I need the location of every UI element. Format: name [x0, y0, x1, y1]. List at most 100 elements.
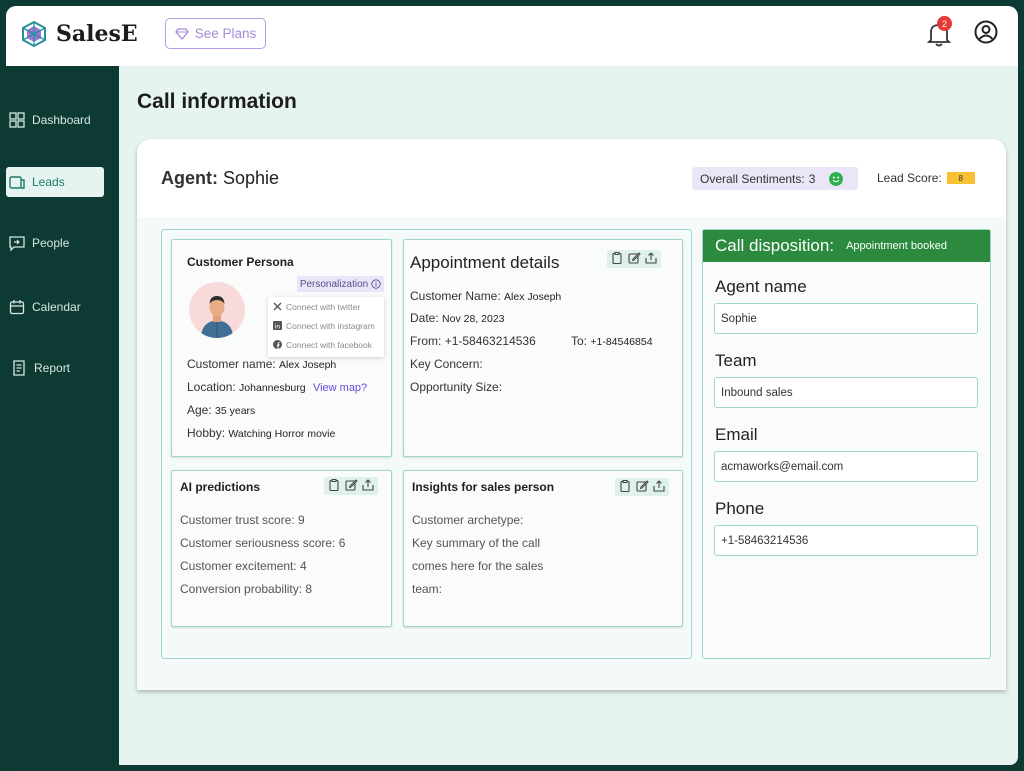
prediction-conversion-probability: Conversion probability: 8	[180, 582, 313, 596]
insights-toolbar	[615, 478, 669, 496]
calendar-icon	[9, 300, 25, 315]
linkedin-icon: in	[273, 321, 282, 330]
top-bar: SalesE See Plans 2	[6, 6, 1018, 66]
appt-to-value: +1-84546854	[590, 336, 653, 348]
customer-hobby: Hobby: Watching Horror movie	[187, 426, 335, 440]
sidebar: Dashboard Leads People Calendar Report	[0, 66, 108, 771]
insights-box: Insights for sales person Customer arche…	[403, 470, 683, 627]
connect-twitter[interactable]: Connect with twitter	[268, 297, 384, 316]
clipboard-icon[interactable]	[327, 478, 341, 492]
sidebar-item-report[interactable]: Report	[6, 353, 104, 383]
overall-sentiment-badge: Overall Sentiments: 3	[692, 167, 858, 190]
grid-icon	[9, 112, 25, 128]
phone-label: Phone	[715, 499, 765, 518]
connect-facebook[interactable]: Connect with facebook	[268, 335, 384, 354]
edit-icon[interactable]	[344, 478, 358, 492]
app-logo[interactable]: SalesE	[20, 20, 138, 48]
smiley-icon	[829, 171, 844, 186]
view-map-link[interactable]: View map?	[313, 382, 367, 394]
card-header: Agent: Sophie Overall Sentiments: 3 Lead…	[137, 139, 1006, 217]
appointment-from: From: +1-58463214536	[410, 334, 536, 348]
app-name: SalesE	[56, 21, 138, 47]
ai-predictions-title: AI predictions	[180, 480, 261, 494]
sidebar-item-leads[interactable]: Leads	[6, 167, 104, 197]
appt-to-label: To:	[571, 334, 588, 348]
sentiment-value: 3	[808, 171, 816, 186]
appointment-to: To: +1-84546854	[571, 334, 653, 348]
appointment-key-concern: Key Concern:	[410, 357, 483, 371]
diamond-icon	[174, 27, 189, 40]
leads-icon	[9, 176, 25, 189]
age-label: Age:	[187, 403, 212, 417]
connect-menu: Connect with twitter in Connect with ins…	[268, 297, 384, 357]
chat-icon	[9, 236, 25, 251]
see-plans-button[interactable]: See Plans	[165, 18, 266, 49]
appointment-opportunity-size: Opportunity Size:	[410, 380, 503, 394]
lead-score-value: 8	[946, 172, 975, 184]
connect-facebook-label: Connect with facebook	[286, 339, 372, 350]
prediction-trust-score: Customer trust score: 9	[180, 513, 305, 527]
appointment-details-box: Appointment details Customer Name: Alex …	[403, 239, 683, 457]
ai-predictions-box: AI predictions Customer trust score: 9 C…	[171, 470, 392, 627]
email-field[interactable]	[714, 451, 978, 482]
age-value: 35 years	[215, 405, 256, 417]
customer-name-value: Alex Joseph	[279, 359, 337, 371]
edit-icon[interactable]	[627, 251, 641, 265]
agent-name-label: Agent name	[715, 277, 807, 296]
clipboard-icon[interactable]	[618, 479, 632, 493]
logo-icon	[22, 20, 46, 48]
share-icon[interactable]	[652, 479, 666, 493]
team-field[interactable]	[714, 377, 978, 408]
x-twitter-icon	[273, 302, 282, 311]
personalization-tag[interactable]: Personalization	[297, 276, 384, 292]
call-info-card: Agent: Sophie Overall Sentiments: 3 Lead…	[137, 139, 1006, 690]
persona-title: Customer Persona	[187, 255, 294, 269]
connect-instagram[interactable]: in Connect with instagram	[268, 316, 384, 335]
svg-text:in: in	[275, 323, 281, 331]
team-label: Team	[715, 351, 757, 370]
hobby-label: Hobby:	[187, 426, 226, 440]
customer-location: Location: Johannesburg View map?	[187, 380, 367, 394]
appointment-title: Appointment details	[410, 253, 560, 272]
appt-date-label: Date:	[410, 311, 439, 325]
agent-name: Sophie	[223, 168, 280, 188]
sidebar-item-dashboard[interactable]: Dashboard	[6, 105, 104, 135]
hobby-value: Watching Horror movie	[228, 428, 336, 440]
agent-heading: Agent: Sophie	[161, 168, 279, 189]
appt-date-value: Nov 28, 2023	[442, 313, 505, 325]
facebook-icon	[273, 340, 282, 349]
user-account-icon[interactable]	[974, 20, 998, 44]
customer-name: Customer name: Alex Joseph	[187, 357, 336, 371]
sentiment-label: Overall Sentiments:	[700, 171, 805, 186]
customer-persona-box: Customer Persona Personalization Connect…	[171, 239, 392, 457]
sidebar-item-label: Report	[34, 361, 71, 375]
main-content: Call information Agent: Sophie Overall S…	[119, 66, 1018, 765]
appt-name-label: Customer Name:	[410, 289, 501, 303]
lead-score-label: Lead Score:	[877, 171, 942, 185]
sidebar-item-calendar[interactable]: Calendar	[6, 292, 104, 322]
app-frame: SalesE See Plans 2 Dashboard Leads Peopl…	[0, 0, 1024, 771]
report-icon	[13, 360, 25, 376]
clipboard-icon[interactable]	[610, 251, 624, 265]
sidebar-item-label: Dashboard	[32, 113, 91, 127]
appt-name-value: Alex Joseph	[504, 291, 562, 303]
disposition-title: Call disposition:	[715, 236, 835, 255]
notification-badge: 2	[937, 16, 952, 31]
share-icon[interactable]	[644, 251, 658, 265]
location-label: Location:	[187, 380, 236, 394]
prediction-excitement: Customer excitement: 4	[180, 559, 307, 573]
agent-name-field[interactable]	[714, 303, 978, 334]
sidebar-item-people[interactable]: People	[6, 228, 104, 258]
customer-age: Age: 35 years	[187, 403, 255, 417]
insight-line: Key summary of the call	[412, 536, 541, 550]
prediction-seriousness-score: Customer seriousness score: 6	[180, 536, 346, 550]
insight-line: Customer archetype:	[412, 513, 524, 527]
insight-line: comes here for the sales	[412, 559, 544, 573]
insights-title: Insights for sales person	[412, 480, 555, 494]
details-panel: Customer Persona Personalization Connect…	[161, 229, 692, 659]
share-icon[interactable]	[361, 478, 375, 492]
edit-icon[interactable]	[635, 479, 649, 493]
phone-field[interactable]	[714, 525, 978, 556]
email-label: Email	[715, 425, 758, 444]
appointment-toolbar	[607, 250, 661, 268]
